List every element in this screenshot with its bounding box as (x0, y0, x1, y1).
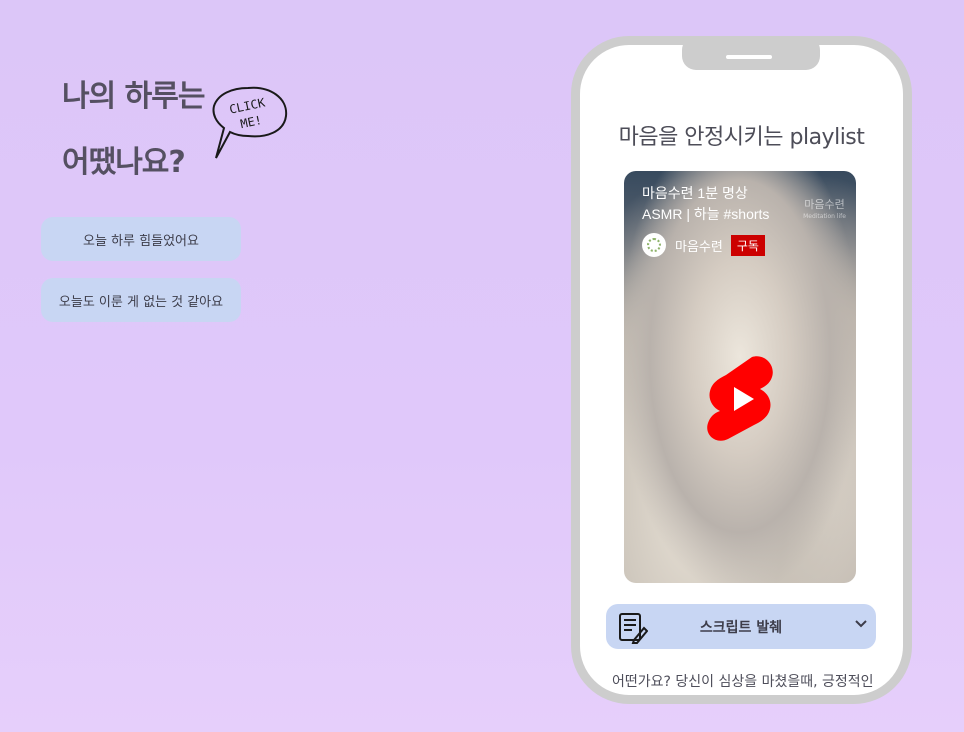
playlist-title: 마음을 안정시키는 playlist (618, 125, 865, 150)
click-me-bubble[interactable]: CLICK ME! (208, 82, 292, 164)
mood-button-tired[interactable]: 오늘 하루 힘들었어요 (41, 217, 241, 261)
page-heading: 나의 하루는 어땠나요? (62, 64, 205, 196)
video-title-line-2: ASMR | 하늘 #shorts (642, 206, 770, 222)
channel-name[interactable]: 마음수련 (675, 236, 723, 255)
script-toggle[interactable]: 스크립트 발췌 (606, 604, 876, 649)
chevron-down-icon (855, 620, 867, 628)
heading-line-2: 어땠나요? (62, 145, 186, 180)
video-title-line-1: 마음수련 1분 명상 (642, 185, 748, 201)
script-toggle-label: 스크립트 발췌 (699, 619, 783, 636)
bubble-line-1: CLICK (228, 95, 267, 116)
channel-row: 마음수련 구독 (642, 233, 765, 257)
video-title[interactable]: 마음수련 1분 명상 ASMR | 하늘 #shorts (642, 183, 769, 225)
phone-frame: 마음을 안정시키는 playlist 마음수련 1분 명상 ASMR | 하늘 … (571, 36, 912, 704)
video-player[interactable]: 마음수련 1분 명상 ASMR | 하늘 #shorts 마음수련 Medita… (624, 171, 856, 583)
shorts-play-icon[interactable] (706, 353, 776, 449)
script-text: 어떤가요? 당신이 심상을 마쳤을때, 긍정적인 기분으로 편안히 쉬세요. (612, 674, 874, 704)
subscribe-button[interactable]: 구독 (730, 234, 765, 256)
phone-speaker (726, 55, 772, 59)
mood-button-no-achievement[interactable]: 오늘도 이룬 게 없는 것 같아요 (41, 278, 241, 322)
heading-line-1: 나의 하루는 (62, 79, 205, 114)
watermark-text: 마음수련 (804, 198, 845, 211)
video-watermark: 마음수련 Meditation life (803, 199, 846, 223)
phone-notch (682, 45, 820, 70)
bubble-line-2: ME! (239, 113, 263, 131)
channel-avatar[interactable] (642, 233, 666, 257)
watermark-subtext: Meditation life (803, 213, 846, 220)
